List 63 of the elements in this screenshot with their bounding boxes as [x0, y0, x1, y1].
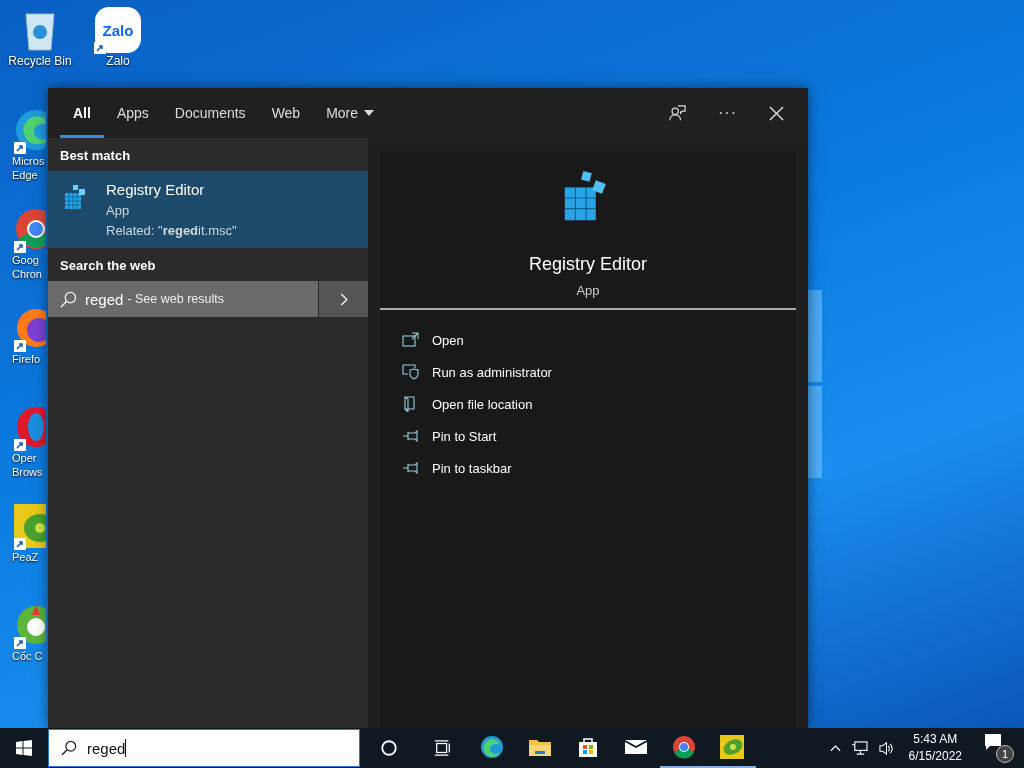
cortana-circle-icon[interactable]	[380, 739, 398, 757]
search-icon	[61, 740, 77, 756]
more-options-button[interactable]: ···	[712, 103, 743, 123]
close-icon[interactable]	[769, 105, 784, 121]
task-view-icon[interactable]	[434, 739, 452, 757]
open-window-icon	[402, 332, 420, 348]
app-title: Registry Editor	[528, 254, 647, 275]
shortcut-arrow-icon	[14, 241, 26, 253]
shortcut-label: Zalo	[106, 54, 130, 68]
notification-button[interactable]: 1	[984, 733, 1012, 763]
section-heading: Best match	[59, 147, 132, 165]
notification-count: 1	[996, 745, 1014, 763]
query-text: reged	[85, 290, 124, 308]
speaker-icon[interactable]	[877, 740, 895, 756]
filter-tab[interactable]: Documents	[161, 88, 259, 138]
shield-icon	[402, 364, 420, 380]
shortcut-arrow-icon	[14, 538, 26, 550]
shortcut-label: Micros	[11, 154, 45, 168]
action-item[interactable]: Pin to Start	[380, 420, 796, 452]
action-item[interactable]: Pin to taskbar	[380, 452, 796, 484]
result-title: Registry Editor	[106, 181, 206, 198]
shortcut-label: Firefo	[11, 352, 41, 366]
chevron-up-icon[interactable]	[829, 744, 841, 752]
best-match-item[interactable]: Registry Editor App Related: "regedit.msc"	[48, 171, 368, 248]
shortcut-arrow-icon	[14, 340, 26, 352]
pin-icon	[402, 460, 420, 476]
pin-icon	[402, 428, 420, 444]
shortcut-label: Recycle Bin	[8, 54, 72, 68]
logo-text: Zalo	[102, 21, 134, 39]
result-type: App	[106, 203, 131, 218]
shortcut-label: Brows	[11, 465, 43, 479]
shortcut-label: Goog	[11, 253, 39, 267]
taskbar-search-field[interactable]: reged	[48, 729, 360, 767]
chevron-right-icon	[339, 292, 348, 306]
related-text: Related: "regedit.msc"	[106, 223, 237, 238]
notification-icon	[984, 733, 1002, 751]
shortcut-label: Chron	[11, 267, 42, 281]
app-shortcut-icon[interactable]	[14, 502, 46, 550]
shortcut-label: Oper	[11, 451, 37, 465]
windows-start-icon[interactable]	[16, 740, 32, 756]
action-item[interactable]: Open	[380, 324, 796, 356]
shortcut-label: Cốc C	[11, 649, 43, 663]
clock[interactable]: 5:43 AM 6/15/2022	[904, 731, 974, 765]
app-type: App	[576, 283, 600, 298]
shortcut-arrow-icon	[14, 142, 26, 154]
shortcut-arrow-icon	[14, 439, 26, 451]
caret-icon	[364, 110, 375, 116]
filter-tab[interactable]: Apps	[103, 88, 162, 138]
filter-tab[interactable]: Web	[258, 88, 314, 138]
search-icon	[60, 290, 77, 308]
shortcut-arrow-icon	[14, 637, 26, 649]
web-search-item[interactable]: reged - See web results	[48, 281, 318, 317]
action-item[interactable]: Open file location	[380, 388, 796, 420]
app-shortcut-icon[interactable]: Zalo	[94, 6, 142, 54]
shortcut-label: PeaZ	[11, 550, 39, 564]
feedback-icon[interactable]	[668, 104, 686, 122]
section-heading: Search the web	[59, 257, 157, 275]
filter-tab[interactable]: More	[313, 88, 388, 138]
shortcut-arrow-icon	[94, 42, 106, 54]
network-icon[interactable]	[850, 740, 868, 756]
action-item[interactable]: Run as administrator	[380, 356, 796, 388]
shortcut-label: Edge	[11, 168, 38, 182]
web-results-hint: - See web results	[127, 292, 224, 306]
